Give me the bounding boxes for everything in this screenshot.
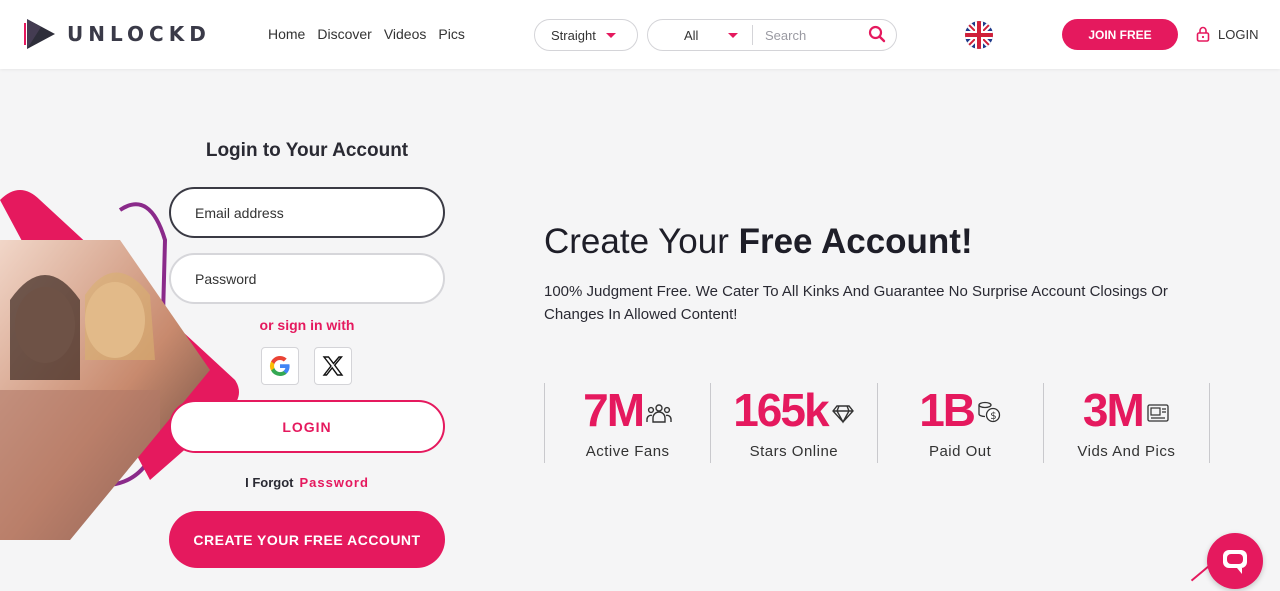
category-value: All <box>684 27 699 43</box>
play-logo-icon <box>23 17 57 51</box>
header-login-link[interactable]: LOGIN <box>1196 26 1258 42</box>
brand-logo[interactable]: UNLOCKD <box>23 17 211 51</box>
password-field[interactable]: Password <box>169 253 445 304</box>
forgot-prefix: I Forgot <box>245 475 294 490</box>
uk-flag-icon[interactable] <box>965 21 993 49</box>
search-bar: All Search <box>647 19 897 51</box>
caret-down-icon <box>728 32 739 38</box>
x-signin-button[interactable] <box>314 347 352 385</box>
join-free-button[interactable]: JOIN FREE <box>1062 19 1178 50</box>
hero-subtitle: 100% Judgment Free. We Cater To All Kink… <box>544 283 1168 323</box>
login-button[interactable]: LOGIN <box>169 400 445 453</box>
orientation-dropdown[interactable]: Straight <box>534 19 638 51</box>
email-placeholder: Email address <box>195 204 284 221</box>
chat-button[interactable] <box>1207 533 1263 589</box>
stats-row: 7M Active Fans 165k Stars Online 1B $ Pa… <box>544 383 1210 463</box>
media-icon <box>1146 402 1170 429</box>
stat-label: Stars Online <box>749 443 839 460</box>
forgot-password-row: I Forgot Password <box>170 475 444 490</box>
google-signin-button[interactable] <box>261 347 299 385</box>
stat-label: Active Fans <box>585 443 670 460</box>
caret-down-icon <box>605 32 616 38</box>
header-login-label: LOGIN <box>1218 26 1259 42</box>
hero-title-bold: Free Account! <box>738 222 973 261</box>
stat-vids-pics: 3M Vids And Pics <box>1044 383 1210 463</box>
chat-bubble-icon <box>1223 550 1247 574</box>
lock-icon <box>1196 26 1210 42</box>
category-dropdown[interactable]: All <box>648 28 752 43</box>
password-placeholder: Password <box>195 270 257 287</box>
stat-value: 165k <box>733 384 829 436</box>
diamond-icon <box>831 404 855 429</box>
search-divider <box>752 25 753 45</box>
orientation-value: Straight <box>551 27 596 43</box>
stat-value: 1B <box>919 384 976 436</box>
nav-videos[interactable]: Videos <box>384 26 427 42</box>
people-icon <box>646 402 672 429</box>
stat-paid-out: 1B $ Paid Out <box>878 383 1044 463</box>
coins-icon: $ <box>977 400 1001 429</box>
create-account-button[interactable]: CREATE YOUR FREE ACCOUNT <box>169 511 445 568</box>
stat-active-fans: 7M Active Fans <box>545 383 712 463</box>
google-icon <box>269 356 290 377</box>
top-header: UNLOCKD Home Discover Videos Pics Straig… <box>0 0 1280 69</box>
x-logo-icon <box>322 356 344 376</box>
brand-name: UNLOCKD <box>67 22 211 46</box>
svg-text:$: $ <box>990 411 996 422</box>
stat-value: 7M <box>583 384 645 436</box>
search-icon[interactable] <box>868 25 886 46</box>
stat-label: Paid Out <box>928 443 992 460</box>
nav-discover[interactable]: Discover <box>317 26 371 42</box>
stat-label: Vids And Pics <box>1077 443 1176 460</box>
login-title: Login to Your Account <box>205 140 409 161</box>
nav-pics[interactable]: Pics <box>438 26 464 42</box>
hero-title-regular: Create Your <box>544 222 739 261</box>
email-field[interactable]: Email address <box>169 187 445 238</box>
stat-stars-online: 165k Stars Online <box>711 383 878 463</box>
hero-title: Create Your Free Account! <box>544 222 973 262</box>
nav-home[interactable]: Home <box>268 26 305 42</box>
search-input[interactable]: Search <box>765 28 868 43</box>
forgot-password-link[interactable]: Password <box>299 475 368 490</box>
stat-value: 3M <box>1082 384 1145 436</box>
main-nav: Home Discover Videos Pics <box>268 26 477 42</box>
or-sign-in-label: or sign in with <box>259 317 355 333</box>
